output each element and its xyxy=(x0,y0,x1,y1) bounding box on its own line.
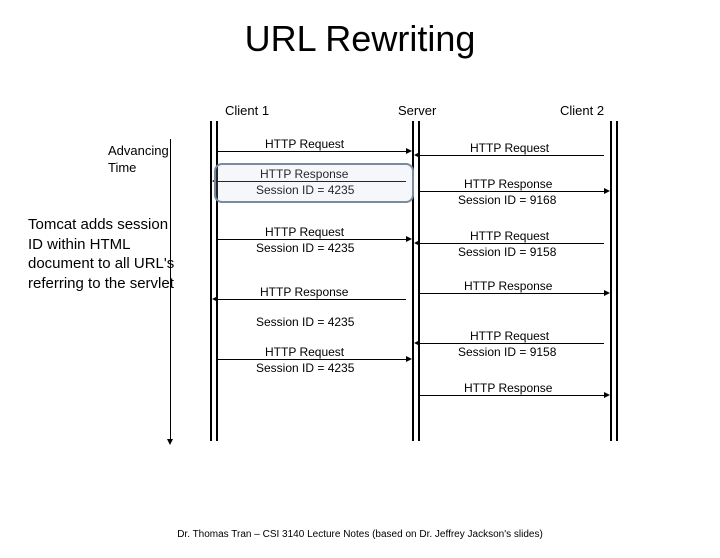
arrow-r6-head xyxy=(604,392,610,398)
arrow-l5 xyxy=(218,359,406,360)
label-l1: HTTP Request xyxy=(265,137,344,151)
time-arrow-head xyxy=(167,439,173,445)
time-axis-label-l1: Advancing xyxy=(108,143,169,158)
label-r5: HTTP Request xyxy=(470,329,549,343)
arrow-r4 xyxy=(420,293,604,294)
arrow-l1 xyxy=(218,151,406,152)
label-r3: HTTP Request xyxy=(470,229,549,243)
arrow-l4-head xyxy=(212,296,218,302)
lane-client1: Client 1 xyxy=(225,103,269,118)
label-r1: HTTP Request xyxy=(470,141,549,155)
arrow-r6 xyxy=(420,395,604,396)
label-r2: HTTP Response xyxy=(464,177,552,191)
label-l4: HTTP Response xyxy=(260,285,348,299)
arrow-r2-head xyxy=(604,188,610,194)
lifeline-client1-l xyxy=(210,121,212,441)
page-title: URL Rewriting xyxy=(0,18,720,60)
arrow-r5 xyxy=(420,343,604,344)
arrow-r1 xyxy=(420,155,604,156)
footer-credit: Dr. Thomas Tran – CSI 3140 Lecture Notes… xyxy=(0,529,720,540)
label-r2-sid: Session ID = 9168 xyxy=(458,193,556,207)
arrow-r3 xyxy=(420,243,604,244)
annotation-text: Tomcat adds session ID within HTML docum… xyxy=(28,215,178,293)
lifeline-server-r xyxy=(418,121,420,441)
label-l5: HTTP Request xyxy=(265,345,344,359)
arrow-r1-head xyxy=(414,152,420,158)
arrow-l4 xyxy=(218,299,406,300)
label-r4: HTTP Response xyxy=(464,279,552,293)
time-axis-label: Advancing Time xyxy=(108,143,169,177)
label-l4-sid: Session ID = 4235 xyxy=(256,315,354,329)
arrow-l3-head xyxy=(406,236,412,242)
label-l3-sid: Session ID = 4235 xyxy=(256,241,354,255)
label-r3-sid: Session ID = 9158 xyxy=(458,245,556,259)
lane-client2: Client 2 xyxy=(560,103,604,118)
lifeline-client2-l xyxy=(610,121,612,441)
label-r5-sid: Session ID = 9158 xyxy=(458,345,556,359)
label-l3: HTTP Request xyxy=(265,225,344,239)
arrow-r5-head xyxy=(414,340,420,346)
arrow-l3 xyxy=(218,239,406,240)
label-l5-sid: Session ID = 4235 xyxy=(256,361,354,375)
arrow-l1-head xyxy=(406,148,412,154)
arrow-r4-head xyxy=(604,290,610,296)
callout-box xyxy=(214,163,414,203)
time-axis-label-l2: Time xyxy=(108,160,136,175)
lifeline-client2-r xyxy=(616,121,618,441)
arrow-r3-head xyxy=(414,240,420,246)
lane-server: Server xyxy=(398,103,436,118)
sequence-diagram: Client 1 Server Client 2 Advancing Time … xyxy=(0,103,720,473)
arrow-r2 xyxy=(420,191,604,192)
label-r6: HTTP Response xyxy=(464,381,552,395)
arrow-l5-head xyxy=(406,356,412,362)
